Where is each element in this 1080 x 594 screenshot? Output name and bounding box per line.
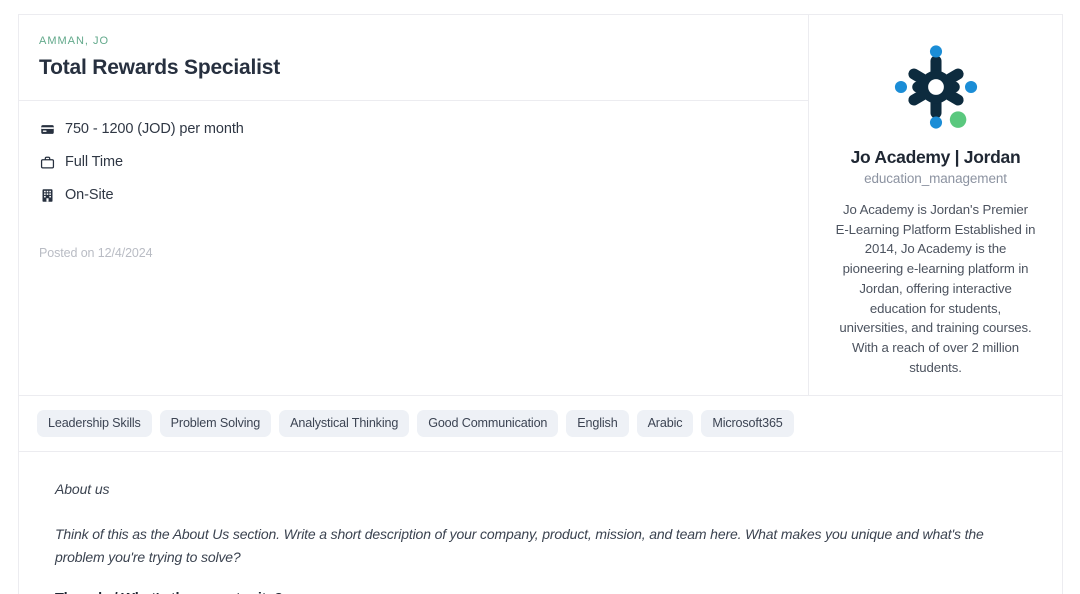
skill-tags-list: Leadership Skills Problem Solving Analys…: [19, 396, 1062, 453]
skill-tag[interactable]: Arabic: [636, 410, 694, 438]
employment-type-label: Full Time: [65, 154, 123, 170]
briefcase-icon: [39, 154, 55, 170]
work-mode-label: On-Site: [65, 187, 114, 203]
building-icon: [39, 187, 55, 203]
company-logo: [884, 37, 988, 137]
job-meta-list: 750 - 1200 (JOD) per month Full Time On-…: [19, 101, 808, 387]
about-heading: About us: [55, 481, 110, 498]
job-meta-employment-type: Full Time: [39, 154, 788, 170]
job-posting-page: AMMAN, JO Total Rewards Specialist 750 -: [0, 0, 1080, 594]
job-meta-work-mode: On-Site: [39, 187, 788, 203]
about-body: Think of this as the About Us section. W…: [55, 526, 984, 566]
job-meta-salary: 750 - 1200 (JOD) per month: [39, 121, 788, 137]
skill-tag[interactable]: English: [566, 410, 629, 438]
posted-date: Posted on 12/4/2024: [39, 246, 153, 260]
job-location: AMMAN, JO: [39, 35, 110, 47]
job-overview-section: AMMAN, JO Total Rewards Specialist 750 -: [19, 15, 1062, 397]
skill-tag[interactable]: Good Communication: [417, 410, 559, 438]
skill-tag[interactable]: Problem Solving: [159, 410, 272, 438]
skill-tag[interactable]: Analystical Thinking: [279, 410, 410, 438]
about-section: About us Think of this as the About Us s…: [19, 452, 1062, 594]
company-description: Jo Academy is Jordan's Premier E-Learnin…: [835, 202, 1036, 375]
company-column: Jo Academy | Jordan education_management…: [809, 15, 1062, 395]
salary-label: 750 - 1200 (JOD) per month: [65, 121, 244, 137]
job-details-column: AMMAN, JO Total Rewards Specialist 750 -: [19, 15, 809, 396]
company-name: Jo Academy | Jordan: [850, 147, 1021, 167]
job-card: AMMAN, JO Total Rewards Specialist 750 -: [18, 14, 1063, 594]
job-header: AMMAN, JO Total Rewards Specialist: [19, 15, 808, 101]
jo-academy-logo-icon: [894, 45, 977, 129]
skill-tag[interactable]: Leadership Skills: [37, 410, 152, 438]
skill-tag[interactable]: Microsoft365: [701, 410, 794, 438]
company-category: education_management: [864, 171, 1007, 186]
page-title: Total Rewards Specialist: [39, 56, 281, 79]
credit-card-icon: [39, 121, 55, 137]
